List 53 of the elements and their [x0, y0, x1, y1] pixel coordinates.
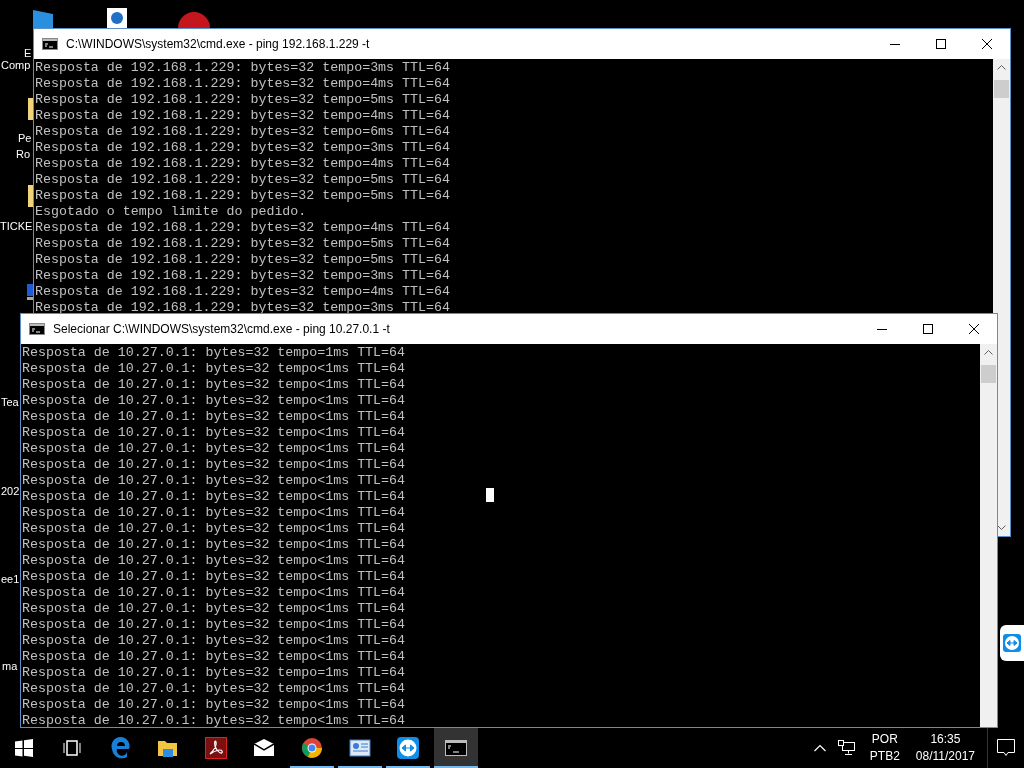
console-line: Resposta de 192.168.1.229: bytes=32 tempo=5ms TTL=64 — [34, 236, 450, 252]
console-line: Resposta de 10.27.0.1: bytes=32 tempo<1ms TTL=64 — [21, 505, 405, 521]
console-line: Resposta de 10.27.0.1: bytes=32 tempo<1ms TTL=64 — [21, 489, 405, 505]
console-line: Resposta de 192.168.1.229: bytes=32 tempo=3ms TTL=64 — [34, 60, 450, 76]
console-line: Resposta de 10.27.0.1: bytes=32 tempo<1ms TTL=64 — [21, 409, 405, 425]
console-line: Resposta de 10.27.0.1: bytes=32 tempo<1ms TTL=64 — [21, 537, 405, 553]
language-indicator[interactable]: POR PTB2 — [869, 731, 900, 765]
console-line: Resposta de 192.168.1.229: bytes=32 tempo=5ms TTL=64 — [34, 188, 450, 204]
desktop-icon-label: Tea — [1, 395, 19, 409]
console-line: Resposta de 10.27.0.1: bytes=32 tempo<1ms TTL=64 — [21, 649, 405, 665]
clock[interactable]: 16:35 08/11/2017 — [915, 731, 975, 765]
console-line: Resposta de 192.168.1.229: bytes=32 tempo=4ms TTL=64 — [34, 76, 450, 92]
desktop-icon-label: Pe — [18, 131, 32, 145]
console-line: Resposta de 192.168.1.229: bytes=32 tempo=3ms TTL=64 — [34, 300, 450, 316]
console-line: Resposta de 10.27.0.1: bytes=32 tempo<1ms TTL=64 — [21, 585, 405, 601]
window-title: Selecionar C:\WINDOWS\system32\cmd.exe - ping 10.27.0.1 -t — [53, 322, 391, 336]
console-line: Resposta de 10.27.0.1: bytes=32 tempo<1ms TTL=64 — [21, 441, 405, 457]
desktop-icon-label: ee1 — [1, 572, 20, 586]
console-line: Resposta de 192.168.1.229: bytes=32 tempo=6ms TTL=64 — [34, 124, 450, 140]
desktop-icon-label: 202 — [1, 484, 20, 498]
console-line: Resposta de 10.27.0.1: bytes=32 tempo=1ms TTL=64 — [21, 665, 405, 681]
console-line: Resposta de 192.168.1.229: bytes=32 tempo=5ms TTL=64 — [34, 92, 450, 108]
console-line: Resposta de 10.27.0.1: bytes=32 tempo<1ms TTL=64 — [21, 713, 405, 727]
desktop-icon-label: ma — [2, 659, 18, 673]
console-line: Resposta de 10.27.0.1: bytes=32 tempo<1ms TTL=64 — [21, 569, 405, 585]
console-line: Resposta de 192.168.1.229: bytes=32 tempo=5ms TTL=64 — [34, 252, 450, 268]
console-line: Resposta de 192.168.1.229: bytes=32 tempo=3ms TTL=64 — [34, 268, 450, 284]
console-line: Resposta de 10.27.0.1: bytes=32 tempo<1ms TTL=64 — [21, 553, 405, 569]
desktop-icon-label: TICKE — [0, 219, 33, 233]
console-line: Resposta de 10.27.0.1: bytes=32 tempo<1ms TTL=64 — [21, 697, 405, 713]
console-line: Resposta de 10.27.0.1: bytes=32 tempo<1ms TTL=64 — [21, 633, 405, 649]
console-line: Resposta de 192.168.1.229: bytes=32 tempo=4ms TTL=64 — [34, 156, 450, 172]
console-line: Resposta de 10.27.0.1: bytes=32 tempo<1ms TTL=64 — [21, 521, 405, 537]
console-line: Resposta de 10.27.0.1: bytes=32 tempo<1ms TTL=64 — [21, 473, 405, 489]
console-line: Resposta de 192.168.1.229: bytes=32 tempo=4ms TTL=64 — [34, 220, 450, 236]
console-line: Resposta de 192.168.1.229: bytes=32 tempo=3ms TTL=64 — [34, 140, 450, 156]
console-line: Resposta de 192.168.1.229: bytes=32 tempo=4ms TTL=64 — [34, 284, 450, 300]
desktop-icon-label: Ro — [16, 147, 31, 161]
console-line: Resposta de 10.27.0.1: bytes=32 tempo<1ms TTL=64 — [21, 393, 405, 409]
desktop-icon-label: Comp — [1, 58, 31, 72]
console-line: Esgotado o tempo limite do pedido. — [34, 204, 307, 220]
console-line: Resposta de 10.27.0.1: bytes=32 tempo<1ms TTL=64 — [21, 681, 405, 697]
desktop-icon-label: E — [24, 46, 32, 60]
console-line: Resposta de 10.27.0.1: bytes=32 tempo<1ms TTL=64 — [21, 601, 405, 617]
console-line: Resposta de 10.27.0.1: bytes=32 tempo<1ms TTL=64 — [21, 457, 405, 473]
console-line: Resposta de 192.168.1.229: bytes=32 tempo=5ms TTL=64 — [34, 172, 450, 188]
console-line: Resposta de 10.27.0.1: bytes=32 tempo=1ms TTL=64 — [21, 345, 405, 361]
console-line: Resposta de 192.168.1.229: bytes=32 tempo=4ms TTL=64 — [34, 108, 450, 124]
console-line: Resposta de 10.27.0.1: bytes=32 tempo<1ms TTL=64 — [21, 377, 405, 393]
console-line: Resposta de 10.27.0.1: bytes=32 tempo<1ms TTL=64 — [21, 617, 405, 633]
console-line: Resposta de 10.27.0.1: bytes=32 tempo<1ms TTL=64 — [21, 361, 405, 377]
window-title: C:\WINDOWS\system32\cmd.exe - ping 192.168.1.229 -t — [66, 37, 371, 51]
console-line: Resposta de 10.27.0.1: bytes=32 tempo<1ms TTL=64 — [21, 425, 405, 441]
